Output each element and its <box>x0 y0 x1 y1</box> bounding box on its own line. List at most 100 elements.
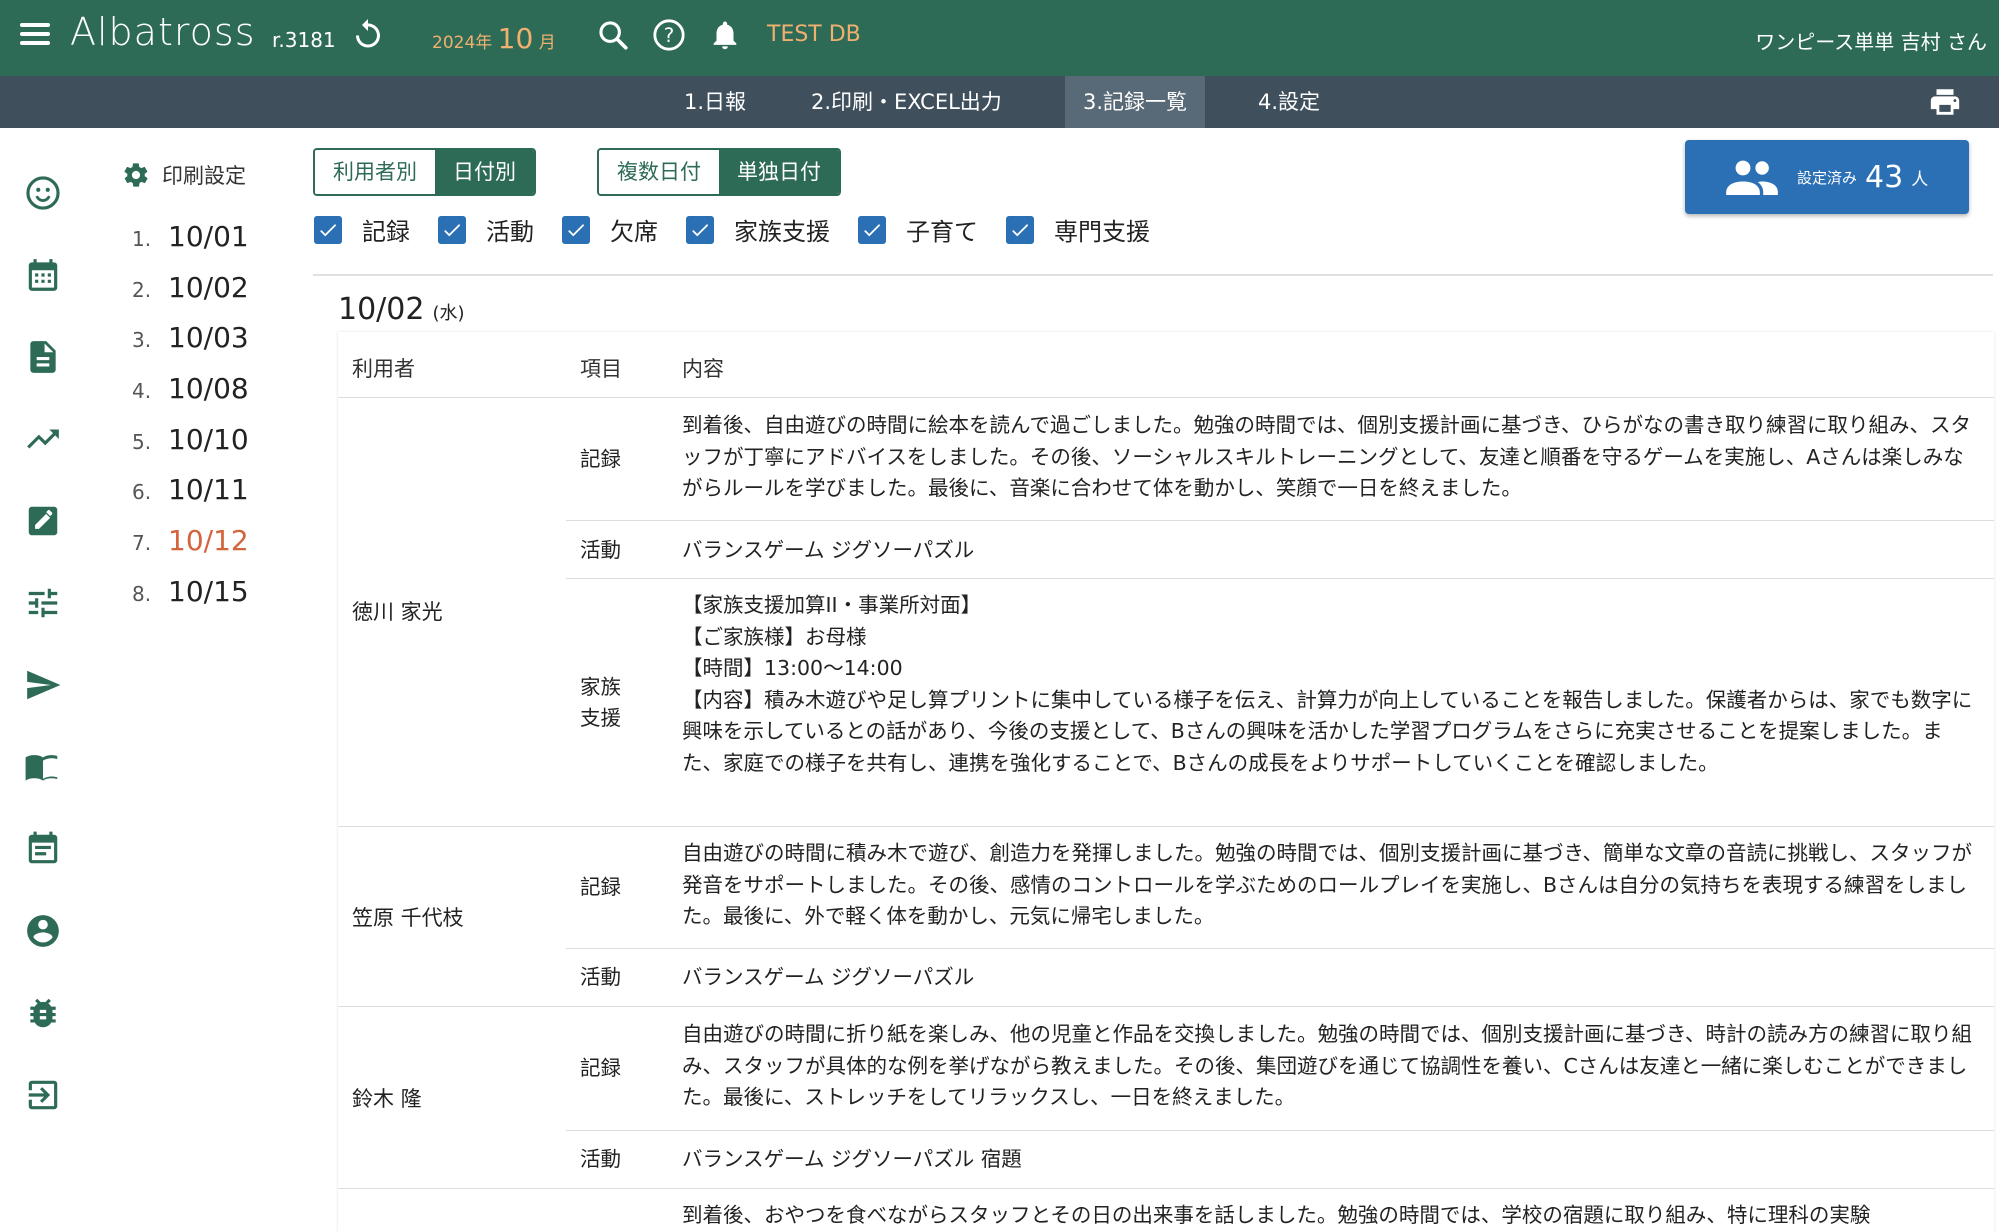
edit-icon[interactable] <box>24 502 62 540</box>
date-item[interactable]: 2. 10/02 <box>132 271 249 304</box>
month-suffix: 月 <box>538 33 556 53</box>
row-divider <box>566 948 1994 949</box>
filter-record-checkbox[interactable]: 記録 <box>314 212 410 247</box>
date-item[interactable]: 4. 10/08 <box>132 372 249 405</box>
row-divider <box>338 1188 1994 1189</box>
db-label: TEST DB <box>767 22 861 47</box>
item-label: 記録 <box>580 447 621 471</box>
configured-unit: 人 <box>1911 169 1929 190</box>
item-label: 活動 <box>580 1147 621 1171</box>
date-index: 1. <box>132 227 152 251</box>
tune-icon[interactable] <box>24 584 62 622</box>
activity-content: バランスゲーム ジグソーパズル 宿題 <box>682 1147 1022 1171</box>
account-icon[interactable] <box>24 912 62 950</box>
filter-label: 欠席 <box>610 218 658 246</box>
date-value: 10/03 <box>168 321 249 354</box>
multiple-dates-option[interactable]: 複数日付 <box>599 150 719 194</box>
logout-icon[interactable] <box>24 1076 62 1114</box>
row-divider <box>338 826 1994 827</box>
item-label: 家族 <box>580 675 621 699</box>
user-name: 徳川 家光 <box>352 600 443 624</box>
date-item[interactable]: 1. 10/01 <box>132 220 249 253</box>
single-date-option[interactable]: 単独日付 <box>719 150 839 194</box>
date-value: 10/02 <box>168 271 249 304</box>
smiley-icon[interactable] <box>24 174 62 212</box>
table-header: 利用者 項目 内容 <box>338 332 1994 398</box>
trending-icon[interactable] <box>24 420 62 458</box>
date-index: 2. <box>132 278 152 302</box>
day-date: 10/02 <box>338 292 425 327</box>
day-title: 10/02 (水) <box>338 292 465 327</box>
row-divider <box>566 520 1994 521</box>
app-brand[interactable]: Albatross <box>70 10 256 54</box>
family-support-content: 【家族支援加算II・事業所対面】 【ご家族様】お母様 【時間】13:00〜14:… <box>682 593 1973 775</box>
filter-label: 記録 <box>362 218 410 246</box>
filter-activity-checkbox[interactable]: 活動 <box>438 212 534 247</box>
date-mode-toggle: 複数日付 単独日付 <box>597 148 841 196</box>
send-icon[interactable] <box>24 666 62 704</box>
row-divider <box>566 1130 1994 1131</box>
configured-users-button[interactable]: 設定済み 43 人 <box>1685 140 1969 214</box>
bug-icon[interactable] <box>24 994 62 1032</box>
check-icon <box>438 215 466 244</box>
filter-label: 子育て <box>906 218 978 246</box>
search-icon[interactable] <box>596 18 630 52</box>
print-icon[interactable] <box>1927 85 1963 119</box>
by-date-option[interactable]: 日付別 <box>435 150 534 194</box>
year-label: 2024年 <box>432 33 493 53</box>
calendar-icon[interactable] <box>24 256 62 294</box>
item-label: 活動 <box>580 965 621 989</box>
check-icon <box>562 215 590 244</box>
date-value: 10/08 <box>168 372 249 405</box>
activity-content: バランスゲーム ジグソーパズル <box>682 965 975 989</box>
bell-icon[interactable] <box>708 18 742 52</box>
event-note-icon[interactable] <box>24 830 62 868</box>
date-value: 10/11 <box>168 473 249 506</box>
filter-specialist-checkbox[interactable]: 専門支援 <box>1006 212 1150 247</box>
menu-icon[interactable] <box>20 18 56 54</box>
configured-count: 43 <box>1865 159 1904 195</box>
year-month-selector[interactable]: 2024年 10 月 <box>432 22 556 55</box>
date-item[interactable]: 8. 10/15 <box>132 575 249 608</box>
help-icon[interactable]: ? <box>652 18 686 52</box>
date-index: 8. <box>132 582 152 606</box>
tab-daily-report[interactable]: 1.日報 <box>666 76 764 128</box>
tab-settings[interactable]: 4.設定 <box>1240 76 1338 128</box>
tab-print-excel[interactable]: 2.印刷・EXCEL出力 <box>793 76 1020 128</box>
filter-family-support-checkbox[interactable]: 家族支援 <box>686 212 830 247</box>
date-value: 10/15 <box>168 575 249 608</box>
svg-text:?: ? <box>664 24 675 47</box>
date-item-selected[interactable]: 7. 10/12 <box>132 524 249 557</box>
date-item[interactable]: 6. 10/11 <box>132 473 249 506</box>
top-bar: Albatross r.3181 2024年 10 月 ? TEST DB ワン… <box>0 0 1999 76</box>
date-value: 10/10 <box>168 423 249 456</box>
date-index: 3. <box>132 328 152 352</box>
date-index: 5. <box>132 430 152 454</box>
row-divider <box>338 1006 1994 1007</box>
configured-label: 設定済み <box>1797 168 1858 187</box>
item-label: 記録 <box>580 1056 621 1080</box>
side-rail <box>0 128 90 1225</box>
user-info[interactable]: ワンピース単単 吉村 さん <box>1755 26 1987 55</box>
refresh-icon[interactable] <box>350 16 386 52</box>
book-icon[interactable] <box>24 748 62 786</box>
month-label: 10 <box>497 22 534 55</box>
document-icon[interactable] <box>24 338 62 376</box>
tab-record-list[interactable]: 3.記録一覧 <box>1065 76 1206 128</box>
filter-childcare-checkbox[interactable]: 子育て <box>858 212 978 247</box>
date-item[interactable]: 5. 10/10 <box>132 423 249 456</box>
by-user-option[interactable]: 利用者別 <box>315 150 435 194</box>
app-version: r.3181 <box>272 28 336 52</box>
filter-absence-checkbox[interactable]: 欠席 <box>562 212 658 247</box>
date-item[interactable]: 3. 10/03 <box>132 321 249 354</box>
date-index: 4. <box>132 379 152 403</box>
people-icon <box>1726 160 1778 195</box>
filter-label: 活動 <box>486 218 534 246</box>
record-content: 到着後、自由遊びの時間に絵本を読んで過ごしました。勉強の時間では、個別支援計画に… <box>682 413 1972 500</box>
filter-label: 家族支援 <box>734 218 830 246</box>
header-content: 内容 <box>682 357 724 381</box>
check-icon <box>1006 215 1034 244</box>
print-settings-link[interactable]: 印刷設定 <box>122 160 246 190</box>
filter-checkboxes: 記録 活動 欠席 家族支援 子育て 専門支援 <box>314 212 1178 247</box>
day-of-week: (水) <box>432 303 465 324</box>
